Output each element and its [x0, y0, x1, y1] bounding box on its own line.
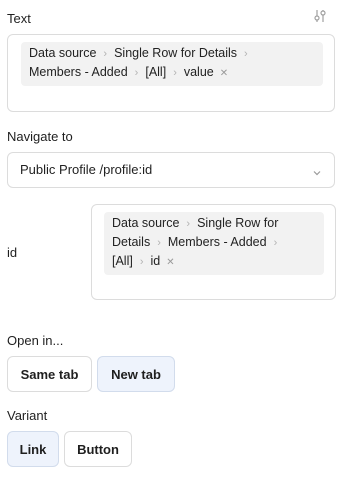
token-segment: id — [150, 254, 161, 268]
chevron-right-icon: › — [273, 237, 278, 249]
token-segment: Single Row for Details — [114, 46, 238, 60]
button-variant-button[interactable]: Button — [64, 431, 132, 467]
chevron-right-icon: › — [186, 218, 191, 230]
token-segment: value — [183, 65, 214, 79]
chevron-right-icon: › — [139, 256, 144, 268]
token-segment: Data source — [112, 216, 180, 230]
token-segment: Data source — [29, 46, 97, 60]
token-segment: Members - Added — [167, 235, 267, 249]
token-segment: [All] — [112, 254, 133, 268]
token-segment: Members - Added — [29, 65, 128, 79]
id-value-field[interactable]: Data source › Single Row for Details › Member… — [91, 204, 336, 300]
data-path-token: Data source › Single Row for Details › Membe… — [21, 42, 323, 86]
open-in-label: Open in... — [7, 333, 64, 348]
navigate-to-label: Navigate to — [7, 129, 73, 144]
token-segment: Details — [112, 235, 151, 249]
link-properties-panel: Text Data source › Single Row for Details ›… — [0, 0, 341, 480]
text-label: Text — [7, 11, 31, 26]
chevron-right-icon: › — [157, 237, 161, 249]
chevron-right-icon: › — [103, 48, 108, 60]
link-variant-button[interactable]: Link — [7, 431, 59, 467]
chevron-right-icon: › — [244, 48, 248, 60]
navigate-to-value: Public Profile /profile:id — [20, 162, 153, 177]
chevron-right-icon: › — [134, 67, 139, 79]
variant-label: Variant — [7, 408, 48, 423]
id-param-label: id — [7, 245, 18, 260]
same-tab-button[interactable]: Same tab — [7, 356, 92, 392]
navigate-to-select[interactable]: Public Profile /profile:id — [7, 152, 335, 188]
chevron-right-icon: › — [173, 67, 177, 79]
token-segment: [All] — [145, 65, 167, 79]
remove-token-icon[interactable]: ✕ — [166, 257, 174, 268]
data-path-token: Data source › Single Row for Details › Member… — [104, 212, 324, 275]
new-tab-button[interactable]: New tab — [97, 356, 175, 392]
token-segment: Single Row for — [197, 216, 279, 230]
chevron-down-icon — [312, 165, 322, 176]
remove-token-icon[interactable]: ✕ — [220, 68, 228, 79]
sliders-icon[interactable] — [311, 7, 329, 25]
text-value-field[interactable]: Data source › Single Row for Details › Membe… — [7, 34, 335, 112]
